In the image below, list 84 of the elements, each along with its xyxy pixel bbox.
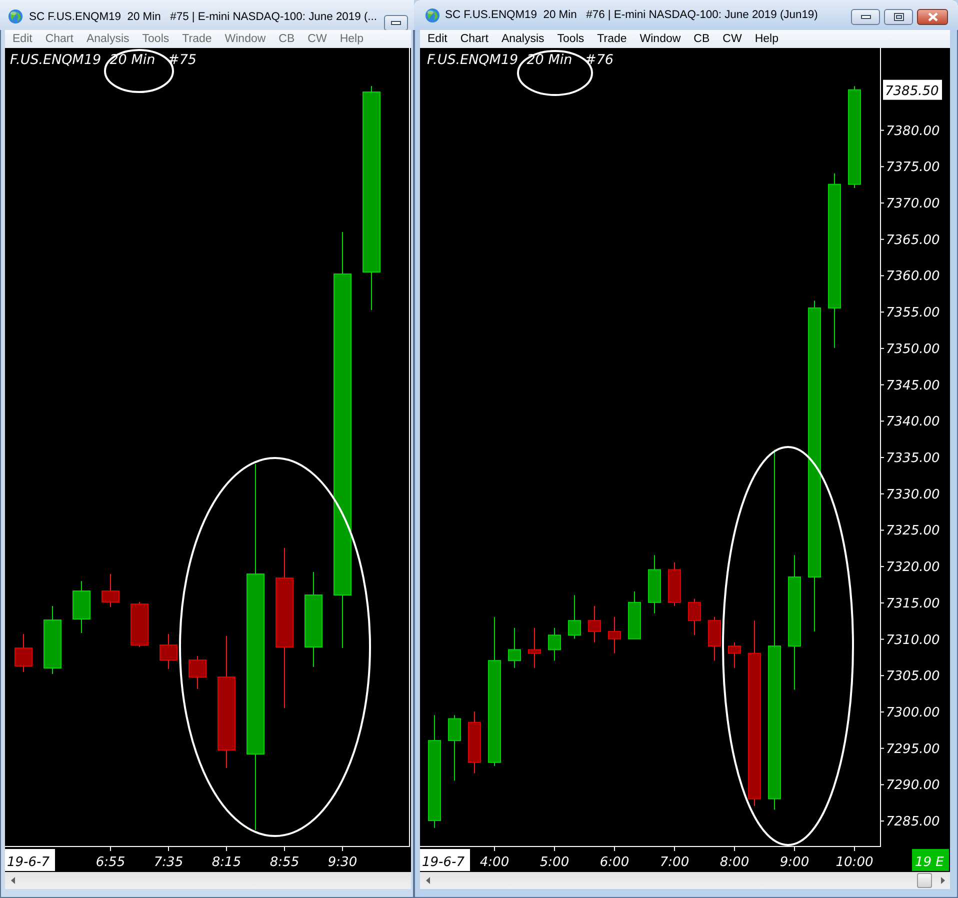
candle (448, 714, 461, 782)
close-icon (926, 12, 938, 22)
candle (648, 554, 661, 614)
price-label: 7330.00 (886, 487, 940, 502)
close-button[interactable] (917, 9, 948, 25)
price-label: 7335.00 (886, 451, 940, 466)
minimize-icon (391, 21, 401, 25)
candle (568, 594, 581, 640)
price-label: 7355.00 (886, 306, 940, 321)
price-label: 7350.00 (886, 342, 940, 357)
candle (728, 642, 741, 668)
time-label: 6:00 (600, 855, 630, 870)
candle (130, 602, 148, 648)
time-label: 4:00 (480, 855, 510, 870)
menu-item[interactable]: CW (716, 33, 748, 45)
time-label: 8:55 (270, 855, 300, 870)
price-label: 7320.00 (886, 560, 940, 576)
menu-item[interactable]: CB (687, 33, 716, 45)
maximize-button[interactable] (884, 9, 913, 25)
candle (160, 634, 178, 670)
price-label: 7310.00 (886, 632, 940, 648)
globe-icon (425, 8, 440, 22)
time-label: 9:30 (328, 855, 358, 870)
menu-item[interactable]: Edit (421, 33, 454, 45)
globe-icon (8, 9, 23, 24)
price-label: 7300.00 (886, 705, 940, 720)
price-label: 7365.00 (886, 232, 940, 248)
date-label: 19-6-7 (420, 849, 470, 871)
price-label: 7315.00 (886, 596, 940, 612)
menu-item[interactable]: Tools (550, 33, 591, 45)
price-label: 7305.00 (886, 669, 940, 684)
time-label: 7:00 (660, 855, 690, 870)
chart-legend: F.US.ENQM19 20 Min #76 (427, 52, 614, 69)
price-label: 7380.00 (886, 124, 940, 139)
menu-item[interactable]: Chart (454, 33, 495, 45)
time-label: 5:00 (540, 855, 570, 870)
candle (188, 656, 206, 690)
price-label: 7370.00 (886, 196, 940, 212)
price-label: 7325.00 (886, 524, 940, 539)
date-label: 19-6-7 (5, 849, 55, 871)
time-label: 6:55 (96, 855, 126, 870)
scrollbar-thumb[interactable] (917, 873, 932, 888)
price-label: 7375.00 (886, 160, 940, 176)
candle (588, 606, 601, 643)
chart-legend: F.US.ENQM19 20 Min #75 (10, 52, 197, 69)
candle (688, 598, 701, 636)
candle (72, 580, 90, 634)
minimize-button[interactable] (851, 9, 880, 25)
right-arrow-icon (940, 877, 944, 884)
time-label: 9:00 (780, 855, 810, 870)
candle (628, 591, 641, 640)
menu-item[interactable]: Trade (590, 33, 634, 45)
window-title: SC F.US.ENQM19 20 Min #76 | E-mini NASDAQ-100: June 2019 (Jun19) (445, 9, 818, 21)
price-label: 7340.00 (886, 414, 940, 430)
candle (528, 627, 541, 668)
candle (102, 574, 120, 608)
price-label: 7285.00 (886, 814, 940, 830)
menu-item[interactable]: Analysis (494, 33, 551, 45)
candle (468, 710, 481, 774)
horizontal-scrollbar[interactable] (420, 872, 950, 889)
time-label: 10:00 (836, 855, 874, 870)
time-label: 8:00 (720, 855, 750, 870)
menu-item[interactable]: Help (748, 33, 785, 45)
left-arrow-icon (10, 877, 14, 884)
candle (548, 627, 561, 662)
price-label: 7345.00 (886, 378, 940, 394)
candle (668, 562, 681, 607)
candle (608, 616, 621, 654)
candle (508, 627, 521, 668)
candle (708, 616, 721, 662)
maximize-icon (894, 13, 904, 21)
left-arrow-icon (426, 877, 430, 884)
candle (14, 634, 32, 672)
price-label: 7290.00 (886, 778, 940, 794)
price-label: 7360.00 (886, 269, 940, 284)
window-title: SC F.US.ENQM19 20 Min #75 | E-mini NASDAQ-100: June 2019 (... (29, 10, 377, 22)
minimize-icon (860, 15, 870, 19)
current-time-label: 19 E (912, 849, 949, 871)
last-price-label: 7385.50 (883, 80, 942, 100)
candle (44, 606, 62, 674)
price-label: 7295.00 (886, 742, 940, 757)
time-label: 8:15 (212, 855, 242, 870)
time-label: 7:35 (154, 855, 184, 870)
menu-item[interactable]: Window (633, 33, 688, 45)
